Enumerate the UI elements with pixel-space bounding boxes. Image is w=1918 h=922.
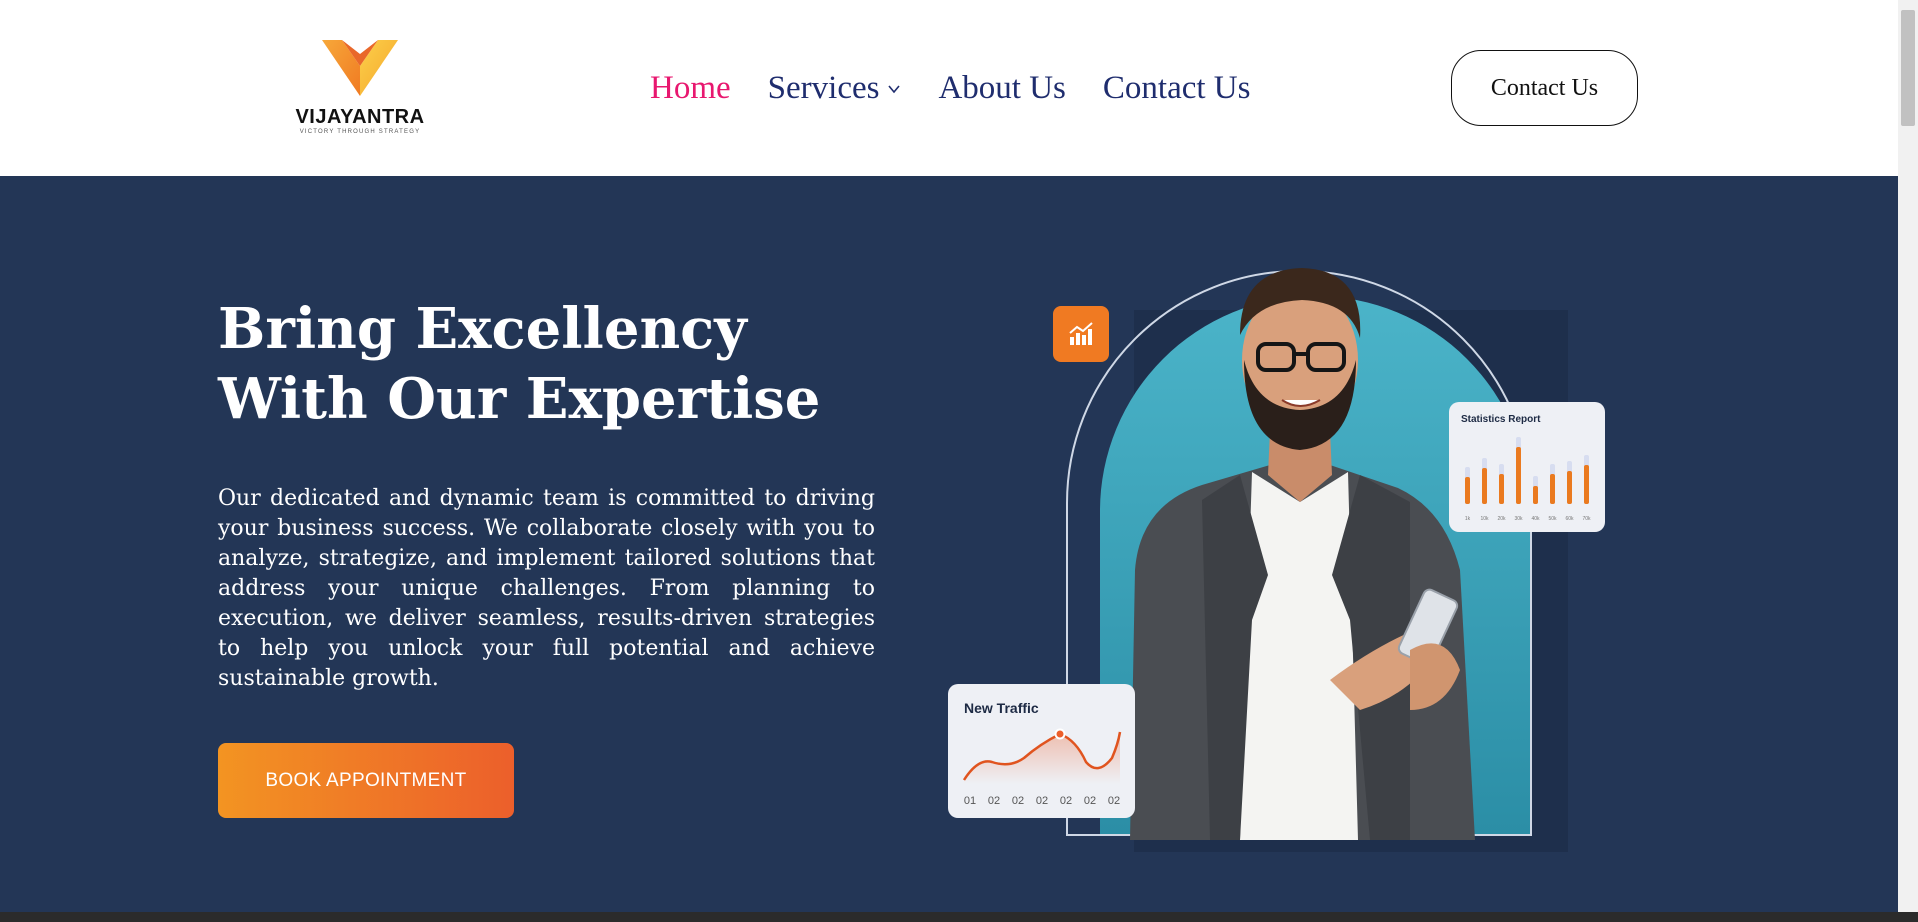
stat-bar-label: 1k (1465, 516, 1471, 522)
logo-mark-icon (322, 40, 398, 96)
traffic-x-label: 02 (988, 795, 1000, 807)
traffic-x-label: 01 (964, 795, 976, 807)
nav-about-us-label: About Us (938, 69, 1066, 106)
stat-bar (1550, 474, 1555, 504)
vertical-scrollbar[interactable] (1898, 0, 1918, 912)
new-traffic-card: New Traffic 01 02 02 02 02 02 02 (948, 684, 1135, 818)
traffic-x-label: 02 (1108, 795, 1120, 807)
hero-title: Bring Excellency With Our Expertise (218, 296, 821, 432)
logo[interactable]: VIJAYANTRA VICTORY THROUGH STRATEGY (290, 36, 430, 136)
stat-bar-label: 70k (1582, 516, 1591, 522)
bottom-edge-bar (0, 912, 1918, 922)
stat-bar-label: 10k (1480, 516, 1489, 522)
hero-section: Bring Excellency With Our Expertise Our … (0, 176, 1898, 912)
stat-bar (1533, 486, 1538, 504)
traffic-x-label: 02 (1084, 795, 1096, 807)
hero-description: Our dedicated and dynamic team is commit… (218, 486, 875, 691)
chart-badge (1053, 306, 1109, 362)
nav-about-us[interactable]: About Us (938, 70, 1065, 107)
stat-bar-label: 40k (1531, 516, 1540, 522)
logo-name: VIJAYANTRA (295, 106, 425, 128)
stat-bar (1584, 465, 1589, 504)
stat-bar-label: 50k (1548, 516, 1557, 522)
nav-home-label: Home (650, 69, 731, 106)
hero-illustration: Statistics Report 1k 10k 20k 30k 40k 50k 60k 70… (940, 240, 1620, 912)
chevron-down-icon (888, 85, 901, 94)
traffic-x-label: 02 (1060, 795, 1072, 807)
stat-bar-label: 60k (1565, 516, 1574, 522)
stat-bar (1465, 477, 1470, 504)
site-header: VIJAYANTRA VICTORY THROUGH STRATEGY Home… (0, 0, 1898, 176)
statistics-report-card: Statistics Report 1k 10k 20k 30k 40k 50k 60k 70… (1449, 402, 1605, 532)
stat-bar (1567, 471, 1572, 504)
scrollbar-thumb[interactable] (1901, 10, 1915, 126)
logo-tagline: VICTORY THROUGH STRATEGY (299, 129, 421, 135)
chart-growth-icon (1069, 322, 1093, 345)
nav-contact-us[interactable]: Contact Us (1103, 70, 1251, 107)
main-nav: Home Services About Us Contact Us (650, 64, 1287, 112)
stat-bar (1516, 447, 1521, 504)
contact-us-button[interactable]: Contact Us (1451, 50, 1638, 126)
stat-bar-label: 30k (1514, 516, 1523, 522)
nav-contact-us-label: Contact Us (1102, 69, 1251, 106)
stat-bar (1482, 468, 1487, 504)
stat-bar (1499, 474, 1504, 504)
nav-services-label: Services (767, 69, 880, 106)
nav-services[interactable]: Services (768, 70, 902, 107)
statistics-bar-chart: 1k 10k 20k 30k 40k 50k 60k 70k (1465, 437, 1591, 522)
traffic-x-label: 02 (1012, 795, 1024, 807)
stat-bar-label: 20k (1497, 516, 1506, 522)
book-appointment-button[interactable]: BOOK APPOINTMENT (218, 743, 514, 818)
nav-home[interactable]: Home (650, 70, 731, 107)
traffic-line-chart: 01 02 02 02 02 02 02 (962, 728, 1122, 807)
traffic-x-label: 02 (1036, 795, 1048, 807)
